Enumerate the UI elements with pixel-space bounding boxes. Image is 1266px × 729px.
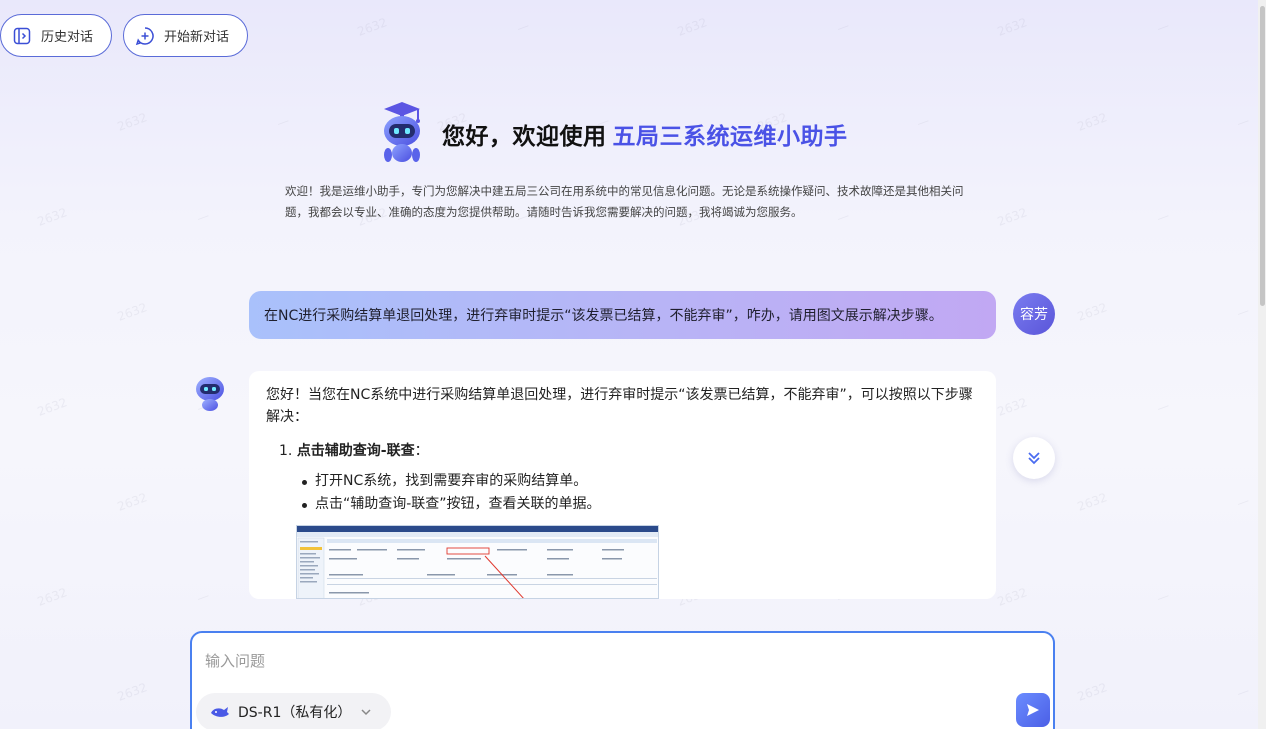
- bot-reply-intro: 您好！当您在NC系统中进行采购结算单退回处理，进行弃审时提示“该发票已结算，不能…: [266, 387, 973, 425]
- watermark-mark: 2632: [35, 205, 69, 229]
- whale-icon: [211, 707, 229, 717]
- watermark-mark: —: [1154, 398, 1171, 416]
- watermark-mark: 2632: [995, 15, 1029, 39]
- watermark-mark: 2632: [35, 585, 69, 609]
- model-selector[interactable]: DS-R1（私有化）: [196, 693, 392, 729]
- history-label: 历史对话: [41, 30, 94, 45]
- watermark-mark: 2632: [35, 395, 69, 419]
- question-input[interactable]: [205, 646, 1005, 676]
- welcome-description: 欢迎！我是运维小助手，专门为您解决中建五局三公司在用系统中的常见信息化问题。无论…: [285, 184, 964, 219]
- watermark-mark: —: [194, 208, 211, 226]
- watermark-mark: —: [1154, 208, 1171, 226]
- user-message-bubble: 在NC进行采购结算单退回处理，进行弃审时提示“该发票已结算，不能弃审”，咋办，请…: [249, 291, 996, 339]
- watermark-mark: —: [194, 588, 211, 606]
- watermark-mark: 2632: [1075, 680, 1109, 704]
- nc-screenshot-graphic: [297, 526, 658, 598]
- watermark-mark: —: [274, 113, 291, 131]
- watermark-mark: —: [1154, 588, 1171, 606]
- chevron-down-icon: [361, 709, 371, 716]
- watermark-mark: —: [914, 113, 931, 131]
- scroll-to-bottom-button[interactable]: [1013, 437, 1055, 479]
- step-colon: ：: [414, 443, 429, 459]
- watermark-mark: —: [1234, 493, 1251, 511]
- watermark-mark: —: [1154, 18, 1171, 36]
- double-chevron-down-icon: [1028, 452, 1040, 465]
- user-message-text: 在NC进行采购结算单退回处理，进行弃审时提示“该发票已结算，不能弃审”，咋办，请…: [264, 308, 943, 324]
- welcome-title: 您好，欢迎使用 五局三系统运维小助手: [442, 117, 848, 151]
- watermark-mark: —: [1234, 303, 1251, 321]
- step-1-heading: 1. 点击辅助查询-联查：: [266, 440, 980, 462]
- watermark-mark: 2632: [675, 15, 709, 39]
- sidebar-toggle-icon: [12, 26, 32, 46]
- watermark-mark: 2632: [995, 585, 1029, 609]
- watermark-mark: —: [1234, 683, 1251, 701]
- plus-circle-icon: [135, 26, 155, 46]
- watermark-mark: 2632: [115, 300, 149, 324]
- assistant-name: 五局三系统运维小助手: [612, 124, 848, 150]
- new-chat-label: 开始新对话: [164, 30, 230, 45]
- step-number: 1.: [279, 443, 293, 459]
- send-button[interactable]: [1016, 693, 1050, 727]
- watermark-mark: 2632: [995, 205, 1029, 229]
- bot-avatar-icon: [196, 377, 224, 411]
- watermark-mark: 2632: [1075, 490, 1109, 514]
- welcome-greeting: 您好，欢迎使用: [442, 124, 607, 150]
- watermark-mark: 2632: [355, 15, 389, 39]
- model-label: DS-R1（私有化）: [238, 705, 352, 721]
- scrollbar-thumb[interactable]: [1260, 6, 1265, 306]
- history-button[interactable]: 历史对话: [0, 14, 113, 57]
- watermark-mark: —: [1234, 113, 1251, 131]
- chat-composer: DS-R1（私有化）: [190, 631, 1055, 729]
- list-item: 点击“辅助查询-联查”按钮，查看关联的单据。: [302, 493, 980, 516]
- watermark-mark: 2632: [115, 680, 149, 704]
- watermark-mark: 2632: [1075, 110, 1109, 134]
- welcome-header: 您好，欢迎使用 五局三系统运维小助手: [374, 100, 848, 168]
- assistant-robot-logo-icon: [384, 102, 420, 162]
- send-icon: [1027, 704, 1039, 716]
- nc-screenshot-image: [296, 525, 659, 599]
- new-chat-button[interactable]: 开始新对话: [123, 14, 249, 57]
- top-toolbar: 历史对话 开始新对话: [0, 14, 249, 57]
- list-item: 打开NC系统，找到需要弃审的采购结算单。: [302, 470, 980, 493]
- watermark-mark: 2632: [995, 395, 1029, 419]
- watermark-mark: —: [834, 18, 851, 36]
- step-title: 点击辅助查询-联查: [296, 443, 415, 459]
- user-avatar: 容芳: [1013, 293, 1055, 335]
- watermark-mark: —: [514, 18, 531, 36]
- page-scrollbar[interactable]: [1258, 0, 1266, 729]
- watermark-mark: 2632: [1075, 300, 1109, 324]
- watermark-mark: 2632: [115, 490, 149, 514]
- watermark-mark: 2632: [115, 110, 149, 134]
- step-1-bullets: 打开NC系统，找到需要弃审的采购结算单。 点击“辅助查询-联查”按钮，查看关联的…: [266, 470, 980, 516]
